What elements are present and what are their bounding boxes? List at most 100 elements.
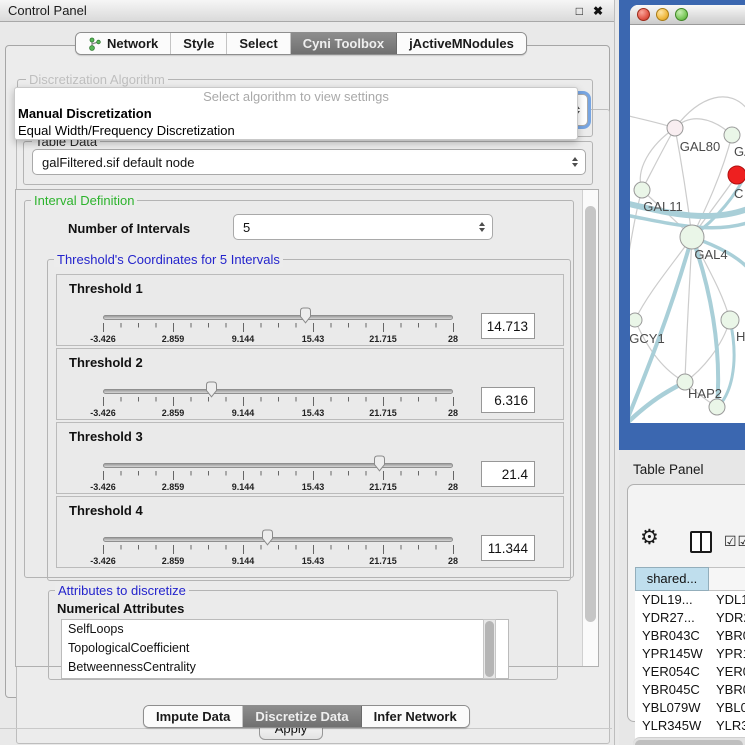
network-window-titlebar[interactable]: [630, 5, 745, 25]
slider-thumb[interactable]: [260, 529, 275, 546]
slider-thumb[interactable]: [204, 381, 219, 398]
cell-shared-name: YBR045C: [635, 681, 709, 699]
tab-cyni-toolbox[interactable]: Cyni Toolbox: [291, 33, 397, 54]
network-node-ga[interactable]: [724, 127, 740, 143]
table-horizontal-scrollbar[interactable]: [633, 737, 745, 745]
float-window-icon[interactable]: □: [576, 4, 583, 18]
network-node-gcy1[interactable]: [630, 313, 642, 327]
threshold-slider[interactable]: -3.4262.8599.14415.4321.71528: [97, 383, 459, 419]
slider-tick-label: 9.144: [213, 408, 273, 418]
tab-label: Cyni Toolbox: [303, 36, 384, 51]
close-window-icon[interactable]: [637, 8, 650, 21]
threshold-label: Threshold 3: [69, 429, 143, 444]
slider-track[interactable]: [103, 315, 453, 320]
tab-jactivemnodules[interactable]: jActiveMNodules: [397, 33, 526, 54]
threshold-panel: Threshold 2-3.4262.8599.14415.4321.71528: [56, 348, 564, 420]
thresholds-group-title: Threshold's Coordinates for 5 Intervals: [54, 252, 283, 267]
number-of-intervals-combobox[interactable]: 5: [233, 214, 493, 240]
table-row[interactable]: YPR145WYPR1: [635, 645, 745, 663]
network-node[interactable]: [709, 399, 725, 415]
table-data-combobox[interactable]: galFiltered.sif default node: [32, 149, 586, 175]
table-header-row: shared... n: [635, 567, 745, 591]
network-canvas[interactable]: GAL80GACGAL11GAL4GCY1HHAP2: [630, 25, 745, 423]
network-edge[interactable]: [642, 128, 675, 190]
table-body: YDL19...YDL1YDR27...YDR2YBR043CYBR0YPR14…: [635, 591, 745, 705]
slider-tick-label: 9.144: [213, 556, 273, 566]
select-checkboxes-icon[interactable]: ☑☑: [724, 533, 745, 550]
cell-shared-name: YPR145W: [635, 645, 709, 663]
table-row[interactable]: YER054CYER0: [635, 663, 745, 681]
table-row[interactable]: YDL19...YDL1: [635, 591, 745, 609]
attribute-list-item[interactable]: BetweennessCentrality: [62, 658, 508, 677]
slider-tick-label: 2.859: [143, 482, 203, 492]
table-row[interactable]: YBR043CYBR0: [635, 627, 745, 645]
threshold-slider[interactable]: -3.4262.8599.14415.4321.71528: [97, 457, 459, 493]
settings-scrollbar[interactable]: [582, 190, 598, 666]
tab-infer-network[interactable]: Infer Network: [362, 706, 469, 727]
network-edge[interactable]: [635, 237, 692, 320]
cell-name: YBR0: [709, 681, 745, 699]
threshold-slider[interactable]: -3.4262.8599.14415.4321.71528: [97, 309, 459, 345]
table-panel: Table Panel ⚙ ☑☑ shared... n YDL19...YDL…: [619, 450, 745, 745]
table-row[interactable]: YBR045CYBR0: [635, 681, 745, 699]
slider-thumb[interactable]: [298, 307, 313, 324]
dropdown-option-manual-discretization[interactable]: Manual Discretization: [15, 105, 577, 122]
zoom-window-icon[interactable]: [675, 8, 688, 21]
threshold-panel: Threshold 1-3.4262.8599.14415.4321.71528: [56, 274, 564, 346]
threshold-value-field[interactable]: [481, 387, 535, 413]
table-row[interactable]: YLR345WYLR3: [635, 717, 745, 735]
slider-track[interactable]: [103, 537, 453, 542]
slider-tick-label: 28: [423, 556, 483, 566]
scrollbar-thumb[interactable]: [485, 621, 494, 677]
columns-icon[interactable]: [690, 531, 712, 553]
tab-impute-data[interactable]: Impute Data: [144, 706, 243, 727]
table-row[interactable]: YBL079WYBL0: [635, 699, 745, 717]
cell-name: YLR3: [709, 717, 745, 735]
attribute-list-item[interactable]: SelfLoops: [62, 620, 508, 639]
slider-tick-label: -3.426: [73, 482, 133, 492]
network-edge[interactable]: [675, 97, 745, 128]
attribute-list-item[interactable]: TopologicalCoefficient: [62, 639, 508, 658]
dropdown-option-equal-width-frequency[interactable]: Equal Width/Frequency Discretization: [15, 122, 577, 139]
network-edge[interactable]: [635, 320, 685, 382]
network-node-gal4[interactable]: [680, 225, 704, 249]
network-tree-icon: [88, 37, 102, 51]
network-edge[interactable]: [685, 320, 730, 382]
slider-track[interactable]: [103, 389, 453, 394]
dropdown-prompt-option[interactable]: Select algorithm to view settings: [15, 88, 577, 105]
network-node-gal80[interactable]: [667, 120, 683, 136]
tab-discretize-data[interactable]: Discretize Data: [243, 706, 361, 727]
threshold-value-field[interactable]: [481, 313, 535, 339]
attributes-listbox[interactable]: SelfLoopsTopologicalCoefficientBetweenne…: [61, 619, 509, 679]
tab-style[interactable]: Style: [171, 33, 227, 54]
network-window: GAL80GACGAL11GAL4GCY1HHAP2: [630, 5, 745, 423]
table-row[interactable]: YDR27...YDR2: [635, 609, 745, 627]
gear-icon[interactable]: ⚙: [640, 528, 659, 548]
slider-tick-label: 21.715: [353, 334, 413, 344]
table-data-value: galFiltered.sif default node: [33, 155, 569, 170]
close-panel-icon[interactable]: ✖: [593, 4, 603, 18]
cell-name: YBL0: [709, 699, 745, 717]
network-node-c[interactable]: [728, 166, 745, 184]
slider-thumb[interactable]: [372, 455, 387, 472]
threshold-value-field[interactable]: [481, 461, 535, 487]
control-panel-titlebar: Control Panel □ ✖: [0, 0, 615, 22]
tab-select[interactable]: Select: [227, 33, 290, 54]
slider-track[interactable]: [103, 463, 453, 468]
slider-tick-label: 15.43: [283, 556, 343, 566]
column-header-name[interactable]: n: [709, 567, 745, 591]
network-edge[interactable]: [675, 119, 732, 135]
cell-shared-name: YDR27...: [635, 609, 709, 627]
column-header-shared-name[interactable]: shared...: [635, 567, 709, 591]
scrollbar-thumb[interactable]: [585, 206, 596, 622]
threshold-slider[interactable]: -3.4262.8599.14415.4321.71528: [97, 531, 459, 567]
minimize-window-icon[interactable]: [656, 8, 669, 21]
slider-tick-label: 28: [423, 334, 483, 344]
threshold-value-field[interactable]: [481, 535, 535, 561]
attributes-list-scrollbar[interactable]: [483, 619, 496, 679]
network-node-label: GAL11: [643, 199, 683, 214]
tab-network[interactable]: Network: [76, 33, 171, 54]
scrollbar-thumb[interactable]: [635, 740, 743, 745]
network-node-h[interactable]: [721, 311, 739, 329]
network-node-gal11[interactable]: [634, 182, 650, 198]
